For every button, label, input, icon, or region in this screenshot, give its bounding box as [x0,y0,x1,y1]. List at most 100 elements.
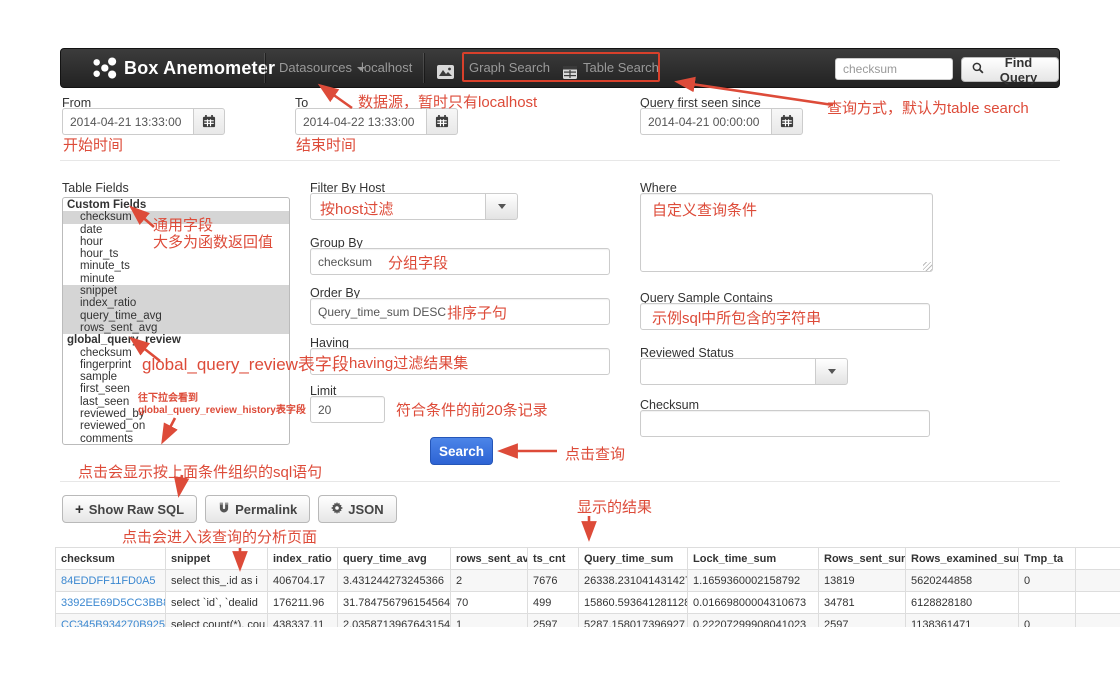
first-seen-date-input[interactable] [640,108,771,135]
search-icon [972,62,984,77]
chevron-down-icon [828,369,836,374]
to-date-group [295,108,458,135]
dropdown-caret-button[interactable] [485,193,518,220]
annotation-history-fields: 往下拉会看到 global_query_review_history表字段 [138,393,328,417]
table-cell: 2597 [528,614,579,628]
table-cell: select `id`, `dealid [166,592,268,614]
results-table-container: checksumsnippetindex_ratioquery_time_avg… [55,547,1120,627]
annotation-end-time: 结束时间 [296,134,356,155]
column-header-query_time_avg: query_time_avg [338,548,451,570]
annotation-results: 显示的结果 [577,496,652,517]
checksum-link[interactable]: CC345B934270B925 [56,614,166,628]
table-cell: select this_.id as i [166,570,268,592]
field-option-reviewed_on[interactable]: reviewed_on [63,420,289,432]
annotation-analysis-page: 点击会进入该查询的分析页面 [122,526,317,547]
json-button[interactable]: JSON [318,495,396,523]
table-cell: 34781 [819,592,906,614]
magnet-icon [218,502,230,517]
search-button[interactable]: Search [430,437,493,465]
table-cell: 6128828180 [906,592,1019,614]
nav-datasources[interactable]: Datasources [279,49,365,87]
field-option-minute[interactable]: minute [63,273,289,285]
gear-icon [331,502,343,517]
field-group-label: global_query_review [63,334,289,346]
from-date-group [62,108,225,135]
table-cell: 13819 [819,570,906,592]
nav-localhost[interactable]: localhost [361,49,412,87]
from-date-input[interactable] [62,108,193,135]
table-cell: 406704.17 [268,570,338,592]
divider [60,160,1060,161]
table-row: CC345B934270B925select count(*), cou4383… [56,614,1120,628]
column-header-rows_sent_avg: rows_sent_avg [451,548,528,570]
calendar-icon[interactable] [426,108,458,135]
brand-logo-icon [91,55,117,93]
table-cell: 15860.593641281128 [579,592,688,614]
table-cell: 2.0358713967643154 [338,614,451,628]
resize-grip[interactable] [923,262,932,271]
plus-icon: + [75,502,84,517]
annotation-order-by: 排序子句 [447,302,507,323]
column-header-checksum: checksum [56,548,166,570]
results-header-row: checksumsnippetindex_ratioquery_time_avg… [56,548,1120,570]
table-cell: select count(*), cou [166,614,268,628]
table-cell: 1 [451,614,528,628]
find-query-button[interactable]: Find Query [961,57,1059,82]
field-option-minute_ts[interactable]: minute_ts [63,260,289,272]
field-option-snippet[interactable]: snippet [63,285,289,297]
table-cell: 0 [1019,570,1076,592]
table-cell: 0.22207299908041023 [688,614,819,628]
annotation-having: having过滤结果集 [349,352,468,373]
chevron-down-icon [498,204,506,209]
table-cell: 176211.96 [268,592,338,614]
checksum-search-input[interactable] [835,58,953,80]
annotation-common-fields: 通用字段 大多为函数返回值 [153,217,323,251]
permalink-button[interactable]: Permalink [205,495,310,523]
annotation-where: 自定义查询条件 [652,199,757,220]
annotation-start-time: 开始时间 [63,134,123,155]
table-cell: 0.01669800004310673 [688,592,819,614]
table-cell: 1138361471 [906,614,1019,628]
table-cell: 5287.158017396927 [579,614,688,628]
checksum-field-input[interactable] [640,410,930,437]
results-table: checksumsnippetindex_ratioquery_time_avg… [55,547,1120,627]
table-cell: 5620244858 [906,570,1019,592]
annotation-query-sample: 示例sql中所包含的字符串 [652,307,821,328]
table-cell: 0 [1019,614,1076,628]
table-cell: 26338.231041431427 [579,570,688,592]
table-row: 3392EE69D5CC3BB8select `id`, `dealid1762… [56,592,1120,614]
column-header-ts_cnt: ts_cnt [528,548,579,570]
table-cell [1076,614,1120,628]
show-raw-sql-button[interactable]: +Show Raw SQL [62,495,197,523]
column-header-Tmp_ta: Tmp_ta [1019,548,1076,570]
table-fields-label: Table Fields [62,181,129,195]
actions-row: +Show Raw SQL Permalink JSON [62,495,397,523]
results-tbody: 84EDDFF11FD0A5select this_.id as i406704… [56,570,1120,628]
calendar-icon[interactable] [771,108,803,135]
column-header-Rows_examined_sum: Rows_examined_sum [906,548,1019,570]
field-group-label: Custom Fields [63,199,289,211]
reviewed-status-value[interactable] [640,358,815,385]
annotation-datasource: 数据源，暂时只有localhost [358,91,537,112]
annotation-gqr-fields: global_query_review表字段 [142,350,349,375]
field-option-query_time_avg[interactable]: query_time_avg [63,310,289,322]
reviewed-status-select[interactable] [640,358,848,385]
checksum-link[interactable]: 84EDDFF11FD0A5 [56,570,166,592]
first-seen-group [640,108,803,135]
calendar-icon[interactable] [193,108,225,135]
anemometer-page: Box Anemometer Datasources localhost Gra… [0,0,1120,688]
picture-icon [437,56,454,94]
dropdown-caret-button[interactable] [815,358,848,385]
to-date-input[interactable] [295,108,426,135]
annotation-limit: 符合条件的前20条记录 [396,399,548,420]
table-cell: 2597 [819,614,906,628]
column-header-index_ratio: index_ratio [268,548,338,570]
checksum-link[interactable]: 3392EE69D5CC3BB8 [56,592,166,614]
column-header-Rows_sent_sum: Rows_sent_sum [819,548,906,570]
group-by-input[interactable] [310,248,610,275]
table-cell: 7676 [528,570,579,592]
field-option-index_ratio[interactable]: index_ratio [63,297,289,309]
table-cell: 438337.11 [268,614,338,628]
field-option-comments[interactable]: comments [63,433,289,445]
field-option-rows_sent_avg[interactable]: rows_sent_avg [63,322,289,334]
